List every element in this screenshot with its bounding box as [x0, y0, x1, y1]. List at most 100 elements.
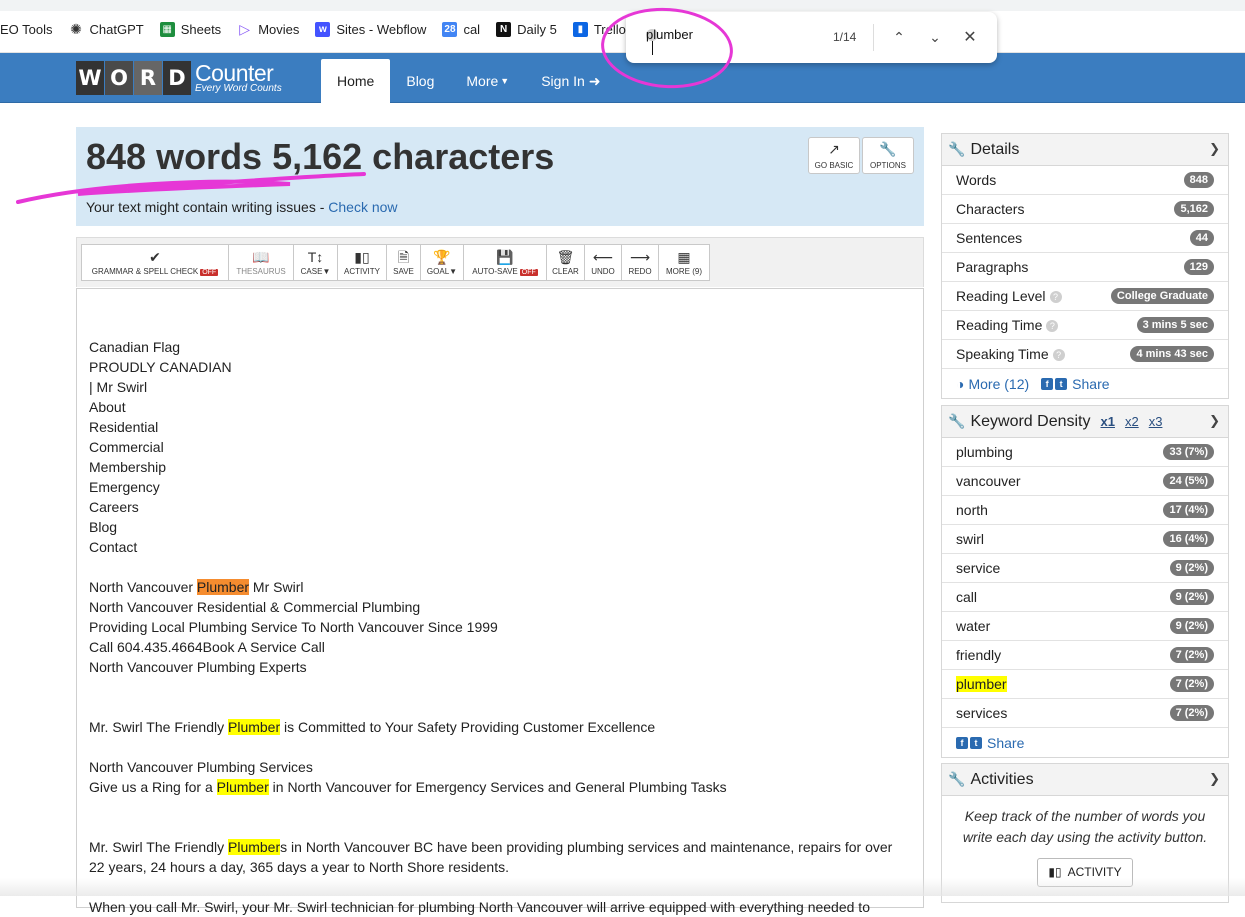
grammar-check-button[interactable]: ✔ GRAMMAR & SPELL CHECK OFF — [81, 244, 229, 281]
density-tab-x1[interactable]: x1 — [1100, 414, 1114, 429]
redo-label: REDO — [628, 266, 652, 276]
save-label: SAVE — [393, 266, 414, 276]
nav-links: Home Blog More ▼ Sign In ➜ — [321, 59, 617, 103]
keyword-density-panel: 🔧 Keyword Density x1 x2 x3 ❯ plumbing 33 (… — [941, 405, 1229, 758]
bookmark-item[interactable]: N Daily 5 — [496, 22, 557, 37]
keyword-row[interactable]: water 9 (2%) — [942, 612, 1228, 641]
clear-button[interactable]: 🗑 CLEAR — [546, 244, 585, 281]
thesaurus-button[interactable]: 📖 THESAURUS — [228, 244, 294, 281]
bookmark-item[interactable]: EO Tools — [0, 22, 53, 37]
density-rows: plumbing 33 (7%) vancouver 24 (5%) north 17 (… — [942, 438, 1228, 728]
text-editor[interactable]: Canadian Flag PROUDLY CANADIAN | Mr Swirl A… — [76, 288, 924, 915]
details-row: Characters 5,162 — [942, 195, 1228, 224]
line-text: in North Vancouver for Emergency Service… — [268, 779, 727, 795]
wrench-icon: 🔧 — [948, 413, 966, 429]
word-character-count: 848 words 5,162 characters — [86, 136, 555, 177]
summary-panel: 848 words 5,162 characters Your text mig… — [76, 127, 924, 226]
chevron-down-icon[interactable]: ❯ — [1209, 141, 1220, 157]
keyword-count: 9 (2%) — [1169, 589, 1214, 605]
go-basic-button[interactable]: ↗ GO BASIC — [808, 137, 860, 174]
keyword-row[interactable]: service 9 (2%) — [942, 554, 1228, 583]
nav-home[interactable]: Home — [321, 59, 391, 103]
keyword-row[interactable]: plumbing 33 (7%) — [942, 438, 1228, 467]
arrow-left-icon: ⟵ — [592, 248, 614, 265]
logo-word: Counter — [195, 60, 274, 86]
activity-button[interactable]: ▮▯ ACTIVITY — [337, 244, 387, 281]
facebook-icon[interactable]: f — [1041, 377, 1054, 390]
more-details-link[interactable]: More (12) — [968, 376, 1029, 392]
editor-line: Give us a Ring for a Plumber in North Va… — [89, 777, 909, 797]
nav-more[interactable]: More ▼ — [450, 59, 525, 103]
activities-header[interactable]: 🔧 Activities ❯ — [942, 764, 1228, 796]
save-button[interactable]: 🗎 SAVE — [386, 244, 421, 281]
bookmark-item[interactable]: w Sites - Webflow — [315, 22, 426, 37]
chevron-down-icon[interactable]: ⌄ — [924, 26, 946, 48]
details-row-label: Reading Time — [956, 317, 1043, 333]
undo-button[interactable]: ⟵ UNDO — [584, 244, 622, 281]
keyword-row[interactable]: swirl 16 (4%) — [942, 525, 1228, 554]
keyword-word: plumber — [956, 676, 1007, 692]
editor-line: Blog — [89, 519, 118, 535]
help-icon[interactable]: ? — [1046, 320, 1059, 332]
keyword-row[interactable]: north 17 (4%) — [942, 496, 1228, 525]
bookmark-label: cal — [463, 22, 481, 37]
keyword-row[interactable]: plumber 7 (2%) — [942, 670, 1228, 699]
editor-line: Membership — [89, 459, 167, 475]
bookmark-item[interactable]: ▷ Movies — [237, 21, 299, 37]
line-text: Mr Swirl — [249, 579, 304, 595]
search-match-highlight: Plumber — [228, 839, 281, 855]
redo-button[interactable]: ⟶ REDO — [621, 244, 659, 281]
nav-blog[interactable]: Blog — [390, 59, 450, 103]
chevron-down-icon[interactable]: ❯ — [1209, 771, 1220, 787]
close-icon[interactable]: ✕ — [959, 26, 981, 48]
density-tab-x2[interactable]: x2 — [1125, 414, 1139, 429]
bookmark-label: Trello — [593, 22, 626, 37]
details-row-value: 848 — [1183, 172, 1214, 188]
bookmark-item[interactable]: ✺ ChatGPT — [69, 21, 144, 37]
search-match-highlight: Plumber — [216, 779, 269, 795]
chevron-down-icon[interactable]: ❯ — [1209, 413, 1220, 429]
keyword-density-header[interactable]: 🔧 Keyword Density x1 x2 x3 ❯ — [942, 406, 1228, 438]
site-logo[interactable]: W O R D Counter Every Word Counts — [76, 61, 282, 95]
more-tools-button[interactable]: ▦ MORE (9) — [658, 244, 710, 281]
chevron-up-icon[interactable]: ⌃ — [888, 26, 910, 48]
writing-issues-text: Your text might contain writing issues - — [86, 199, 329, 215]
help-icon[interactable]: ? — [1049, 291, 1062, 303]
writing-issues-notice: Your text might contain writing issues -… — [86, 199, 398, 215]
keyword-row[interactable]: vancouver 24 (5%) — [942, 467, 1228, 496]
nav-sign-in[interactable]: Sign In ➜ — [525, 59, 616, 103]
grammar-text: GRAMMAR & SPELL CHECK — [91, 266, 199, 276]
options-button[interactable]: 🔧 OPTIONS — [862, 137, 914, 174]
logo-wordmark: Counter Every Word Counts — [195, 62, 282, 94]
details-row-label: Speaking Time — [956, 346, 1049, 362]
keyword-count: 7 (2%) — [1169, 705, 1214, 721]
find-input[interactable]: plumber — [646, 28, 693, 41]
keyword-count: 16 (4%) — [1163, 531, 1214, 547]
editor-content[interactable]: Canadian Flag PROUDLY CANADIAN | Mr Swirl A… — [89, 317, 909, 917]
details-row-label: Paragraphs — [956, 259, 1029, 275]
check-now-link[interactable]: Check now — [328, 199, 397, 215]
density-tab-x3[interactable]: x3 — [1149, 414, 1163, 429]
activities-description: Keep track of the number of words you wr… — [962, 808, 1208, 845]
auto-save-button[interactable]: 💾 AUTO-SAVE OFF — [463, 244, 547, 281]
bookmark-item[interactable]: ▦ Sheets — [159, 22, 221, 37]
grammar-label: GRAMMAR & SPELL CHECK OFF — [91, 266, 219, 276]
keyword-count: 17 (4%) — [1163, 502, 1214, 518]
details-header[interactable]: 🔧 Details ❯ — [942, 134, 1228, 166]
activity-label: ACTIVITY — [344, 266, 381, 276]
density-share-link[interactable]: Share — [987, 735, 1024, 751]
goal-label: GOAL▼ — [426, 266, 458, 276]
facebook-icon[interactable]: f — [956, 736, 968, 749]
twitter-icon[interactable]: t — [1055, 377, 1068, 390]
keyword-row[interactable]: call 9 (2%) — [942, 583, 1228, 612]
keyword-row[interactable]: friendly 7 (2%) — [942, 641, 1228, 670]
case-button[interactable]: T↕ CASE▼ — [293, 244, 338, 281]
keyword-row[interactable]: services 7 (2%) — [942, 699, 1228, 728]
bookmark-item[interactable]: 28 cal — [442, 22, 480, 37]
help-icon[interactable]: ? — [1052, 349, 1065, 361]
goal-button[interactable]: 🏆 GOAL▼ — [420, 244, 464, 281]
bookmark-item[interactable]: ▮ Trello — [572, 22, 626, 37]
twitter-icon[interactable]: t — [970, 736, 982, 749]
details-share-link[interactable]: Share — [1072, 376, 1109, 392]
